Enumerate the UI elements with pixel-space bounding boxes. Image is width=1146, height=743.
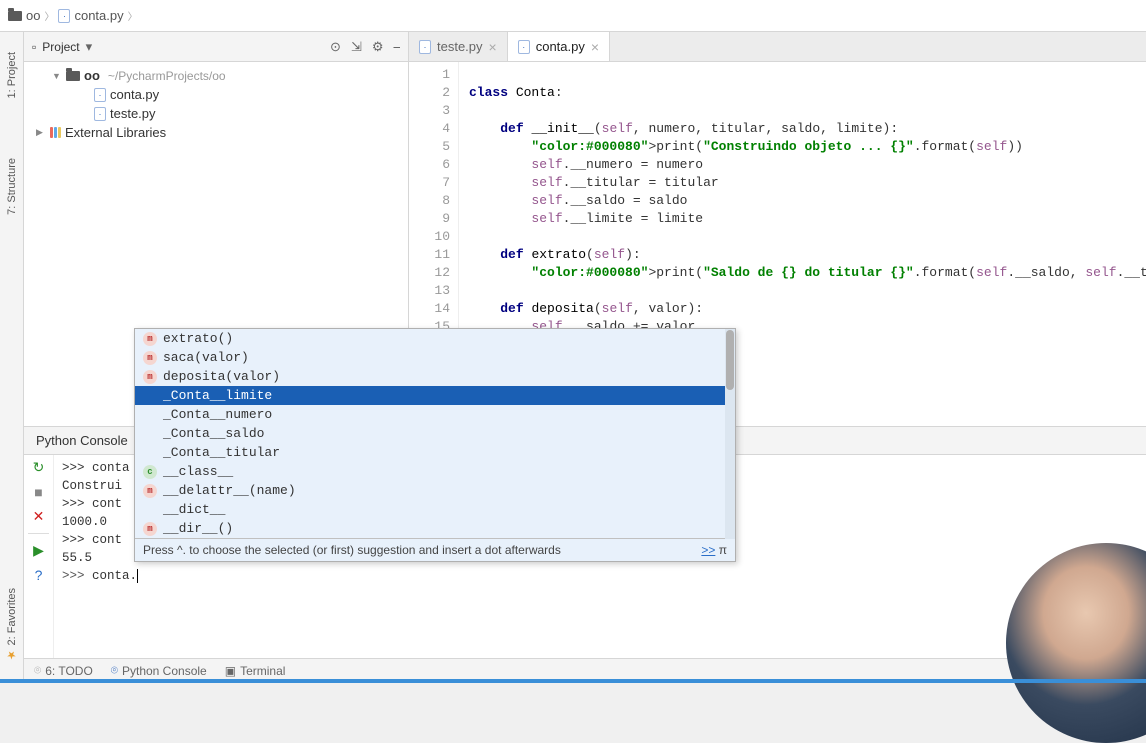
autocomplete-item-label: deposita(valor) <box>163 369 280 384</box>
hint-text: Press ^. to choose the selected (or firs… <box>143 543 561 557</box>
breadcrumb-file-label: conta.py <box>74 8 123 23</box>
bottom-python-console[interactable]: ⌾Python Console <box>111 663 207 678</box>
scrollbar-thumb[interactable] <box>726 330 734 390</box>
chevron-right-icon: 〉 <box>128 8 138 23</box>
python-file-icon: · <box>94 107 106 121</box>
bottom-todo[interactable]: ⌾6: TODO <box>34 663 93 678</box>
tool-project[interactable]: 1: Project <box>6 52 18 98</box>
autocomplete-popup: m extrato() m saca(valor) m deposita(valor) _C… <box>134 328 736 562</box>
tree-file-label: conta.py <box>110 87 159 102</box>
autocomplete-item[interactable]: m extrato() <box>135 329 735 348</box>
project-tree: ▼ oo ~/PycharmProjects/oo · conta.py · t… <box>24 62 408 146</box>
tab-label: conta.py <box>536 39 585 54</box>
hint-link[interactable]: >> <box>701 543 715 557</box>
autocomplete-item[interactable]: _Conta__limite <box>135 386 735 405</box>
python-file-icon: · <box>518 40 530 54</box>
bottom-terminal[interactable]: ▣Terminal <box>225 664 286 678</box>
autocomplete-item[interactable]: c __class__ <box>135 462 735 481</box>
breadcrumb-file[interactable]: · conta.py <box>58 8 123 23</box>
autocomplete-item[interactable]: _Conta__saldo <box>135 424 735 443</box>
python-file-icon: · <box>94 88 106 102</box>
editor-tab-teste[interactable]: · teste.py × <box>409 32 508 61</box>
tree-root-path: ~/PycharmProjects/oo <box>108 69 226 83</box>
autocomplete-item[interactable]: _Conta__titular <box>135 443 735 462</box>
autocomplete-item-label: extrato() <box>163 331 233 346</box>
autocomplete-item-label: saca(valor) <box>163 350 249 365</box>
close-icon[interactable]: ✕ <box>33 508 45 525</box>
autocomplete-item[interactable]: _Conta__numero <box>135 405 735 424</box>
tree-root[interactable]: ▼ oo ~/PycharmProjects/oo <box>24 66 408 85</box>
hide-icon[interactable]: ⎯ <box>394 39 401 55</box>
project-panel-title: Project <box>42 40 79 54</box>
m-badge-icon: m <box>143 370 157 384</box>
arrow-right-icon: ▶ <box>36 127 46 138</box>
chevron-right-icon: 〉 <box>44 8 54 23</box>
video-progress-bar[interactable] <box>0 679 1146 683</box>
gear-icon[interactable]: ⚙ <box>372 39 384 55</box>
m-badge-icon: m <box>143 522 157 536</box>
autocomplete-item-label: __delattr__(name) <box>163 483 296 498</box>
autocomplete-item-label: _Conta__titular <box>163 445 280 460</box>
scroll-from-source-icon[interactable]: ⊙ <box>330 39 341 55</box>
autocomplete-item-label: __dir__() <box>163 521 233 536</box>
autocomplete-item-label: _Conta__limite <box>163 388 272 403</box>
project-header-icon: ▫ <box>32 40 36 54</box>
chevron-down-icon[interactable]: ▾ <box>86 39 93 55</box>
autocomplete-item[interactable]: m __dir__() <box>135 519 735 538</box>
autocomplete-item[interactable]: __dict__ <box>135 500 735 519</box>
editor-tabs: · teste.py × · conta.py × <box>409 32 1146 62</box>
left-tool-strip: 1: Project 7: Structure ★ 2: Favorites <box>0 32 24 682</box>
console-tab-label: Python Console <box>36 433 128 448</box>
close-icon[interactable]: × <box>591 39 599 55</box>
scrollbar[interactable] <box>725 329 735 539</box>
autocomplete-item-label: __class__ <box>163 464 233 479</box>
tree-file[interactable]: · teste.py <box>24 104 408 123</box>
stop-icon[interactable]: ■ <box>34 484 42 500</box>
tree-external-label: External Libraries <box>65 125 166 140</box>
autocomplete-item[interactable]: m deposita(valor) <box>135 367 735 386</box>
editor-tab-conta[interactable]: · conta.py × <box>508 32 610 61</box>
c-badge-icon: c <box>143 465 157 479</box>
autocomplete-item-label: __dict__ <box>163 502 225 517</box>
collapse-all-icon[interactable]: ⇲ <box>351 39 362 55</box>
m-badge-icon: m <box>143 332 157 346</box>
breadcrumb-root[interactable]: oo <box>8 8 40 23</box>
python-file-icon: · <box>58 9 70 23</box>
autocomplete-hint: Press ^. to choose the selected (or firs… <box>135 538 735 561</box>
autocomplete-item-label: _Conta__numero <box>163 407 272 422</box>
arrow-down-icon: ▼ <box>52 71 62 81</box>
tree-file[interactable]: · conta.py <box>24 85 408 104</box>
folder-icon <box>8 11 22 21</box>
autocomplete-list[interactable]: m extrato() m saca(valor) m deposita(valor) _C… <box>135 329 735 538</box>
m-badge-icon: m <box>143 351 157 365</box>
autocomplete-item[interactable]: m saca(valor) <box>135 348 735 367</box>
python-file-icon: · <box>419 40 431 54</box>
rerun-icon[interactable]: ↻ <box>33 459 45 476</box>
tree-file-label: teste.py <box>110 106 156 121</box>
autocomplete-item-label: _Conta__saldo <box>163 426 264 441</box>
tab-label: teste.py <box>437 39 483 54</box>
close-icon[interactable]: × <box>489 39 497 55</box>
tool-structure[interactable]: 7: Structure <box>6 158 18 215</box>
folder-icon <box>66 71 80 81</box>
pi-icon: π <box>719 543 727 557</box>
m-badge-icon: m <box>143 484 157 498</box>
library-icon <box>50 127 61 138</box>
breadcrumb: oo 〉 · conta.py 〉 <box>0 0 1146 32</box>
console-tools: ↻ ■ ✕ ▶ ? <box>24 455 54 658</box>
tool-favorites[interactable]: ★ 2: Favorites <box>5 588 18 662</box>
play-icon[interactable]: ▶ <box>33 542 44 559</box>
autocomplete-item[interactable]: m __delattr__(name) <box>135 481 735 500</box>
tree-external-libs[interactable]: ▶ External Libraries <box>24 123 408 142</box>
project-panel-header: ▫ Project ▾ ⊙ ⇲ ⚙ ⎯ <box>24 32 408 62</box>
help-icon[interactable]: ? <box>35 567 43 583</box>
breadcrumb-root-label: oo <box>26 8 40 23</box>
tree-root-name: oo <box>84 68 100 83</box>
